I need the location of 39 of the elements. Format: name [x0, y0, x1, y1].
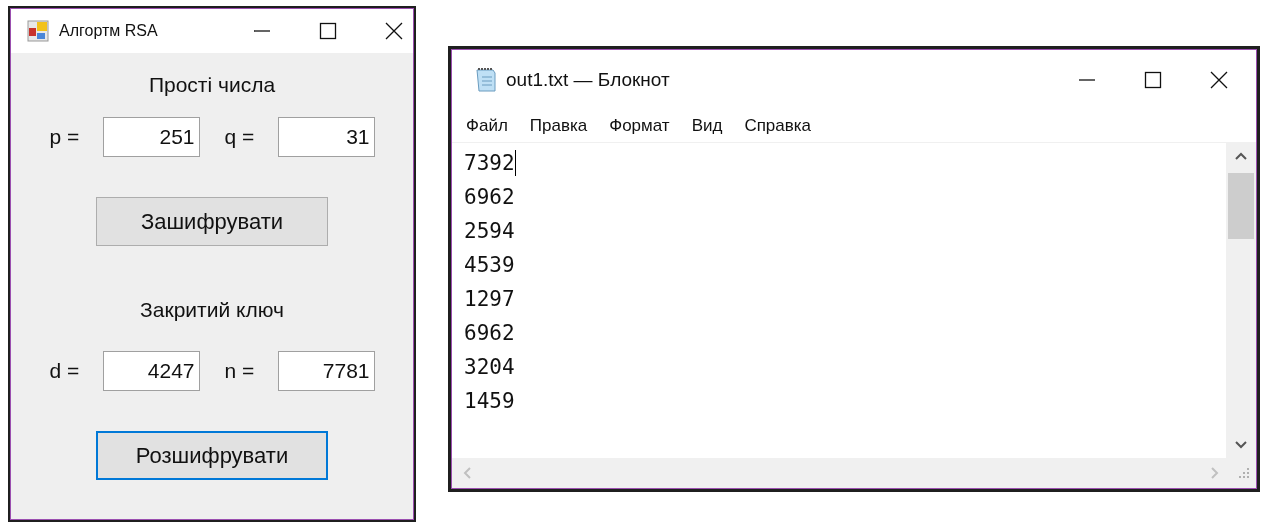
- number-field[interactable]: 251: [102, 116, 200, 157]
- text-line: 1297: [464, 286, 515, 313]
- field-label: p =: [49, 123, 81, 150]
- resize-grip-icon[interactable]: [1238, 467, 1250, 479]
- scroll-down-icon[interactable]: [1234, 440, 1248, 450]
- text-line: 6962: [464, 184, 515, 211]
- action-button[interactable]: Розшифрувати: [96, 431, 328, 480]
- text-line: 7392: [464, 150, 515, 177]
- text-line: 1459: [464, 388, 515, 415]
- section-heading: Прості числа: [148, 72, 276, 98]
- scroll-thumb[interactable]: [1228, 173, 1254, 239]
- menu-item[interactable]: Файл: [466, 113, 508, 139]
- field-label: d =: [49, 358, 81, 385]
- field-label: n =: [224, 358, 256, 385]
- number-field[interactable]: 31: [277, 116, 375, 157]
- close-icon[interactable]: [1210, 71, 1228, 89]
- text-line: 2594: [464, 218, 515, 245]
- close-icon[interactable]: [385, 22, 403, 40]
- horizontal-scrollbar[interactable]: [452, 458, 1256, 488]
- menu-item[interactable]: Справка: [744, 113, 812, 139]
- window-title: Алгортм RSA: [59, 21, 158, 41]
- menu-item[interactable]: Формат: [609, 113, 670, 139]
- number-field[interactable]: 7781: [277, 351, 375, 391]
- window-title: out1.txt — Блокнот: [506, 67, 670, 92]
- menu-item[interactable]: Вид: [691, 113, 723, 139]
- scroll-up-icon[interactable]: [1234, 151, 1248, 161]
- vertical-scrollbar[interactable]: [1226, 143, 1256, 458]
- section-heading: Закритий ключ: [140, 296, 284, 323]
- text-line: 4539: [464, 252, 515, 279]
- text-line: 6962: [464, 320, 515, 347]
- notepad-icon: [474, 67, 498, 93]
- app-icon: [27, 20, 49, 42]
- number-field[interactable]: 4247: [102, 351, 200, 391]
- text-line: 3204: [464, 354, 515, 381]
- menu-item[interactable]: Правка: [529, 113, 588, 139]
- action-button[interactable]: Зашифрувати: [96, 196, 328, 246]
- field-label: q =: [224, 123, 256, 150]
- maximize-icon[interactable]: [1144, 71, 1162, 89]
- maximize-icon[interactable]: [319, 22, 337, 40]
